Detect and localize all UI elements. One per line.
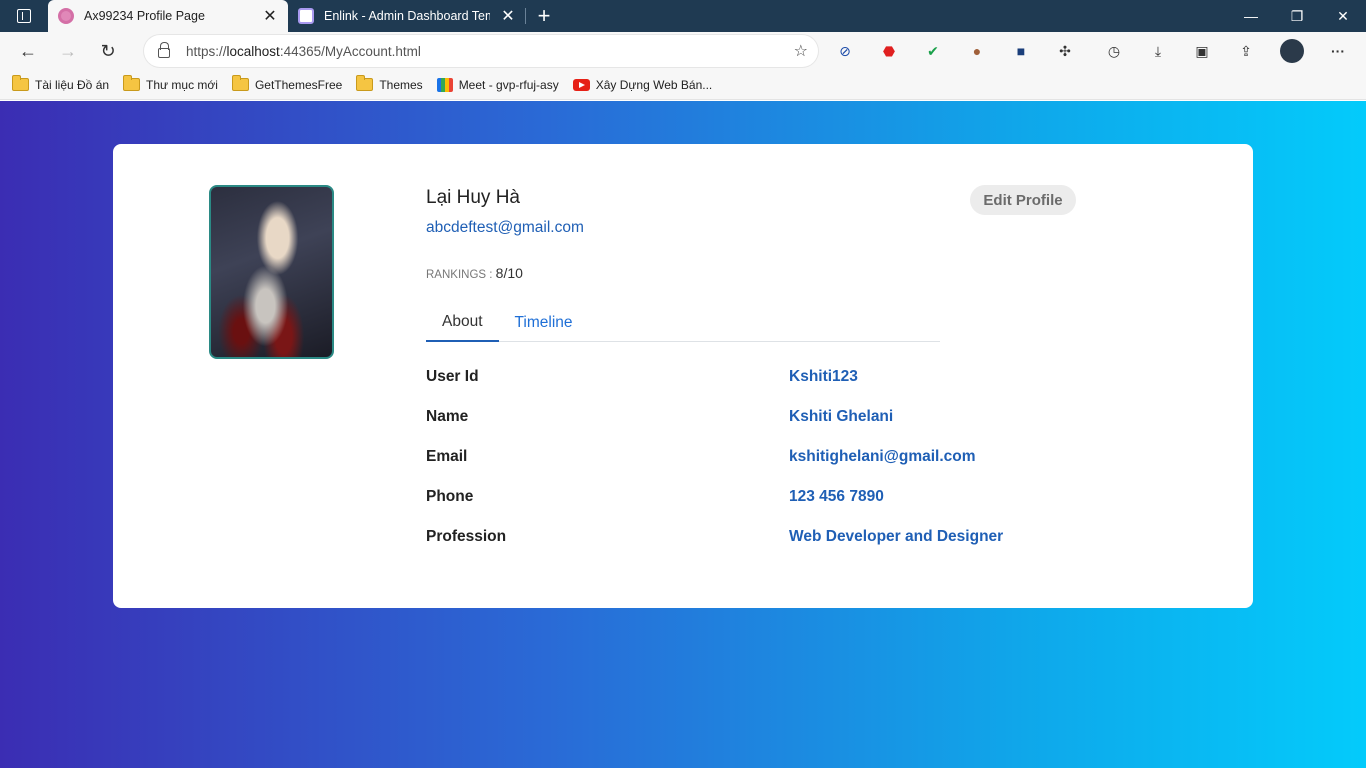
blocker-extension-icon[interactable]: ⊘ <box>833 39 857 63</box>
detail-row-email: Email kshitighelani@gmail.com <box>426 448 1126 472</box>
share-icon[interactable]: ⇪ <box>1234 39 1258 63</box>
detail-row-user-id: User Id Kshiti123 <box>426 368 1126 392</box>
tab-title: Ax99234 Profile Page <box>84 9 205 23</box>
rankings: RANKINGS : 8/10 <box>426 265 523 281</box>
meet-icon <box>436 77 453 92</box>
browser-tab-enlink[interactable]: Enlink - Admin Dashboard Templ ✕ <box>288 0 526 32</box>
download-icon[interactable]: ⤓ <box>1146 39 1170 63</box>
detail-value: Kshiti Ghelani <box>789 408 894 425</box>
tab-timeline[interactable]: Timeline <box>499 304 589 342</box>
detail-label: Profession <box>426 528 507 545</box>
detail-value: kshitighelani@gmail.com <box>789 448 976 465</box>
detail-row-profession: Profession Web Developer and Designer <box>426 528 1126 552</box>
bookmark-label: Tài liệu Đồ án <box>35 77 110 92</box>
new-tab-icon[interactable]: + <box>526 0 562 32</box>
bookmark-label: Themes <box>379 77 423 92</box>
bookmark-label: GetThemesFree <box>254 77 343 92</box>
restore-icon[interactable]: ❐ <box>1274 0 1320 32</box>
favorite-star-icon[interactable]: ☆ <box>794 41 808 61</box>
profile-tabs: About Timeline <box>426 304 940 342</box>
profile-card: Lại Huy Hà abcdeftest@gmail.com RANKINGS… <box>113 144 1253 608</box>
refresh-icon[interactable]: ↻ <box>88 35 128 67</box>
detail-value: Web Developer and Designer <box>789 528 1004 545</box>
bookmark-label: Meet - gvp-rfuj-asy <box>458 77 559 92</box>
tab-actions-icon[interactable] <box>0 0 48 32</box>
close-window-icon[interactable]: ✕ <box>1320 0 1366 32</box>
extensions-puzzle-icon[interactable]: ✣ <box>1053 39 1077 63</box>
detail-label: User Id <box>426 368 479 385</box>
bookmark-folder-tai-lieu[interactable]: Tài liệu Đồ án <box>12 75 110 92</box>
url-prefix: https:// <box>186 43 227 59</box>
profile-avatar-icon[interactable] <box>1280 39 1304 63</box>
rankings-value: 8/10 <box>495 265 523 281</box>
browser-tab-profile[interactable]: Ax99234 Profile Page ✕ <box>48 0 288 32</box>
bookmark-folder-themes[interactable]: Themes <box>356 75 423 92</box>
history-icon[interactable]: ◷ <box>1102 39 1126 63</box>
tab-favicon-icon <box>58 8 74 24</box>
tab-favicon-icon <box>298 8 314 24</box>
folder-icon <box>356 75 374 91</box>
edit-profile-button[interactable]: Edit Profile <box>970 185 1076 215</box>
address-bar[interactable]: https://localhost:44365/MyAccount.html ☆ <box>144 35 818 67</box>
more-options-icon[interactable]: ··· <box>1326 39 1350 63</box>
url-host: localhost <box>226 43 280 59</box>
profile-email: abcdeftest@gmail.com <box>426 219 584 236</box>
folder-icon <box>123 75 141 91</box>
bookmark-folder-thu-muc-moi[interactable]: Thư mục mới <box>123 75 218 92</box>
detail-label: Email <box>426 448 468 465</box>
color-extension-icon[interactable]: ✔ <box>921 39 945 63</box>
page-background: Lại Huy Hà abcdeftest@gmail.com RANKINGS… <box>0 101 1366 768</box>
url-path: :44365/MyAccount.html <box>279 43 421 59</box>
web-capture-icon[interactable]: ▣ <box>1190 39 1214 63</box>
detail-row-name: Name Kshiti Ghelani <box>426 408 1126 432</box>
forward-icon[interactable]: → <box>48 35 88 67</box>
bookmark-meet[interactable]: Meet - gvp-rfuj-asy <box>436 77 559 92</box>
detail-value: Kshiti123 <box>789 368 858 385</box>
bookmark-label: Xây Dựng Web Bán... <box>595 77 713 92</box>
youtube-icon <box>572 78 590 91</box>
close-tab-icon[interactable]: ✕ <box>500 6 516 26</box>
detail-value: 123 456 7890 <box>789 488 884 505</box>
j-extension-icon[interactable]: ■ <box>1009 39 1033 63</box>
detail-label: Name <box>426 408 469 425</box>
bookmark-youtube[interactable]: Xây Dựng Web Bán... <box>572 77 713 92</box>
bookmark-label: Thư mục mới <box>146 77 218 92</box>
profile-avatar-image <box>209 185 334 359</box>
tab-about[interactable]: About <box>426 304 499 342</box>
lock-icon[interactable] <box>158 42 170 58</box>
adblock-extension-icon[interactable]: ⬣ <box>877 39 901 63</box>
browser-titlebar: Ax99234 Profile Page ✕ Enlink - Admin Da… <box>0 0 1366 32</box>
profile-name: Lại Huy Hà <box>426 187 520 208</box>
bookmark-folder-getthemesfree[interactable]: GetThemesFree <box>231 75 343 92</box>
minimize-icon[interactable]: — <box>1228 0 1274 32</box>
folder-icon <box>12 75 29 91</box>
detail-label: Phone <box>426 488 474 505</box>
folder-icon <box>231 75 249 91</box>
rankings-label: RANKINGS : <box>426 269 496 281</box>
close-tab-icon[interactable]: ✕ <box>262 6 278 26</box>
tab-title: Enlink - Admin Dashboard Templ <box>324 9 490 23</box>
back-icon[interactable]: ← <box>8 35 48 67</box>
bookmarks-bar: Tài liệu Đồ án Thư mục mới GetThemesFree… <box>0 70 1366 100</box>
detail-row-phone: Phone 123 456 7890 <box>426 488 1126 512</box>
cookie-extension-icon[interactable]: ● <box>965 39 989 63</box>
